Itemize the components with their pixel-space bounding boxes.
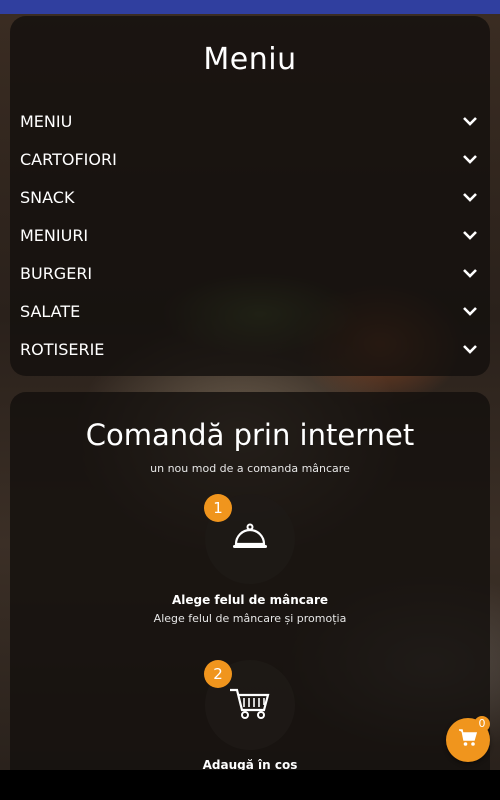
bottom-bar — [0, 770, 500, 800]
status-bar — [0, 0, 500, 14]
step-1-badge: 1 — [204, 494, 232, 522]
order-card: Comandă prin internet un nou mod de a co… — [10, 392, 490, 772]
menu-list: MENIU CARTOFIORI SNACK MENIURI BURGERI S… — [20, 102, 480, 368]
chevron-down-icon — [462, 151, 478, 167]
menu-item-meniu[interactable]: MENIU — [20, 102, 480, 140]
menu-item-label: ROTISERIE — [20, 339, 105, 359]
menu-item-label: MENIURI — [20, 225, 89, 245]
menu-item-burgeri[interactable]: BURGERI — [20, 254, 480, 292]
cart-icon — [458, 729, 478, 751]
chevron-down-icon — [462, 189, 478, 205]
order-subtitle: un nou mod de a comanda mâncare — [150, 462, 350, 475]
menu-item-cartofiori[interactable]: CARTOFIORI — [20, 140, 480, 178]
menu-item-salate[interactable]: SALATE — [20, 292, 480, 330]
menu-item-snack[interactable]: SNACK — [20, 178, 480, 216]
menu-item-label: CARTOFIORI — [20, 149, 117, 169]
chevron-down-icon — [462, 227, 478, 243]
menu-item-label: SALATE — [20, 301, 81, 321]
step-1-label: Alege felul de mâncare — [171, 593, 329, 607]
step-1-description: Alege felul de mâncare și promoția — [153, 612, 347, 625]
menu-card: Meniu MENIU CARTOFIORI SNACK MENIURI BUR… — [10, 16, 490, 376]
chevron-down-icon — [462, 303, 478, 319]
menu-item-rotiserie[interactable]: ROTISERIE — [20, 330, 480, 368]
order-title: Comandă prin internet — [85, 418, 415, 452]
chevron-down-icon — [462, 265, 478, 281]
shopping-cart-icon — [228, 686, 272, 724]
cloche-icon — [232, 522, 268, 556]
step-2-badge: 2 — [204, 660, 232, 688]
menu-item-label: BURGERI — [20, 263, 93, 283]
menu-item-label: MENIU — [20, 111, 73, 131]
chevron-down-icon — [462, 113, 478, 129]
menu-item-meniuri[interactable]: MENIURI — [20, 216, 480, 254]
cart-count-badge: 0 — [474, 716, 490, 732]
menu-item-label: SNACK — [20, 187, 75, 207]
menu-title: Meniu — [203, 42, 297, 77]
chevron-down-icon — [462, 341, 478, 357]
